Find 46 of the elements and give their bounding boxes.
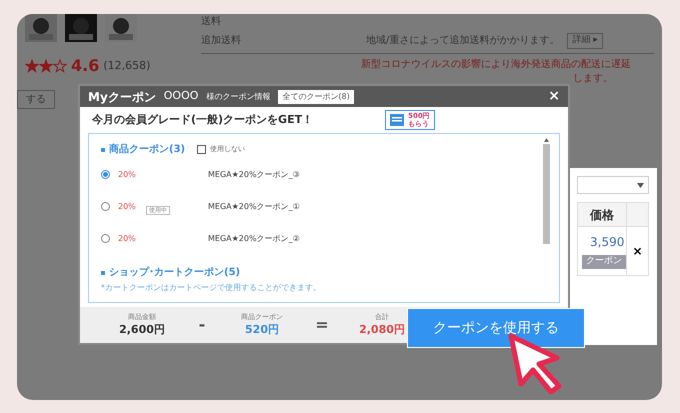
coupon-name: MEGA★20%クーポン_① [208, 200, 300, 212]
action-button[interactable]: する [17, 90, 55, 109]
fee-note: 地域/重さによって追加送料がかかります。 [366, 34, 560, 48]
notice-text: します。 [573, 72, 614, 86]
close-button[interactable]: × [548, 86, 560, 107]
card-icon [390, 114, 404, 126]
scroll-up-icon [544, 138, 549, 142]
section-title: ショップ･カートクーポン(5) [109, 265, 240, 280]
fee-label: 追加送料 [201, 34, 242, 48]
star-icon [25, 59, 39, 73]
discount-rate: 20% [118, 232, 137, 244]
shipping-label: 送料 [201, 14, 221, 29]
user-name: OOOO [164, 88, 198, 104]
details-button[interactable]: 詳細 ▸ [567, 33, 603, 48]
dialog-subtitle: 様のクーポン情報 [206, 90, 270, 102]
star-icon [53, 59, 67, 73]
notice-text: 新型コロナウイルスの影響により海外発送商品の配送に遅延 [361, 58, 632, 72]
remove-button[interactable]: × [626, 227, 648, 275]
radio-button[interactable] [101, 234, 110, 243]
banner-text: 今月の会員グレード(一般)クーポンをGET！ [92, 112, 314, 128]
apply-coupon-button[interactable]: クーポンを使用する [407, 308, 585, 348]
operator-sign: - [198, 314, 206, 336]
star-icon [39, 59, 53, 73]
all-coupons-button[interactable]: 全てのクーポン(8) [278, 90, 354, 104]
dialog-title: Myクーポン [88, 88, 156, 106]
caret-icon [637, 182, 644, 188]
column-header: 価格 [588, 206, 615, 224]
summary-value: 520円 [245, 322, 279, 338]
checkbox[interactable] [197, 145, 206, 154]
operator-sign: = [314, 314, 330, 336]
bullet-icon [101, 148, 105, 152]
coupon-button[interactable]: クーポン [582, 255, 626, 269]
coupon-name: MEGA★20%クーポン_③ [208, 168, 300, 180]
section-note: *カートクーポンはカートページで使用することができます。 [101, 282, 322, 294]
bullet-icon [101, 270, 105, 274]
radio-button[interactable] [101, 202, 110, 211]
price-cell-text: 3,590 [589, 234, 626, 252]
review-count: (12,658) [103, 58, 150, 74]
section-title: 商品クーポン(3) [109, 142, 186, 157]
discount-rate: 20% [118, 168, 137, 180]
discount-rate: 20% [118, 200, 137, 212]
summary-value: 2,600円 [119, 322, 165, 338]
rating-value: 4.6 [71, 55, 100, 77]
coupon-name: MEGA★20%クーポン_② [208, 232, 300, 244]
radio-button[interactable] [101, 170, 110, 179]
summary-value: 2,080円 [359, 322, 405, 338]
